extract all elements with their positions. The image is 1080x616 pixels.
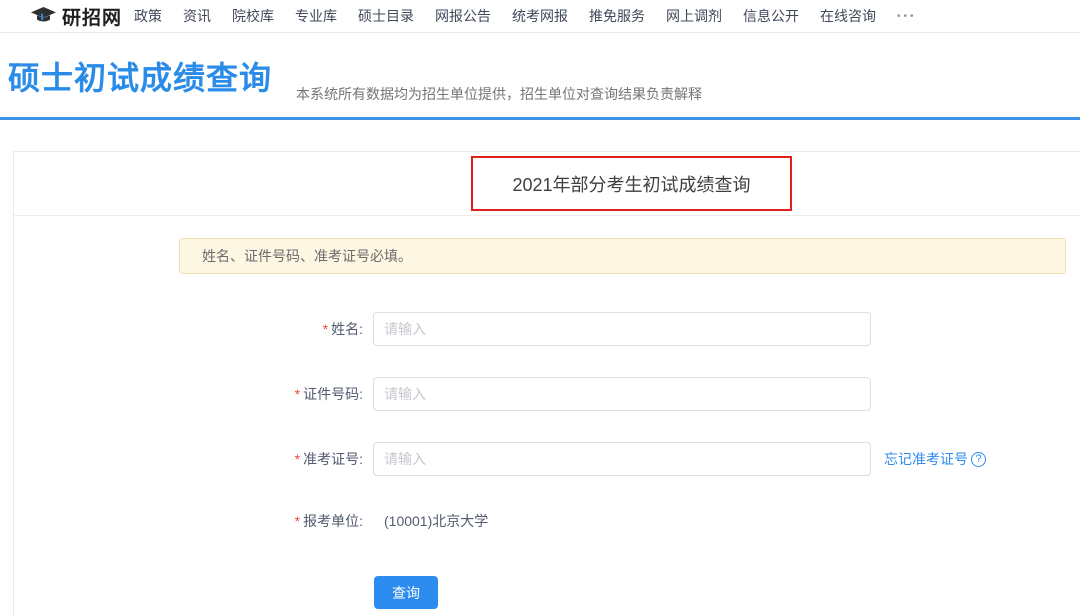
blue-divider-rule [0, 117, 1080, 120]
nav-item-news[interactable]: 资讯 [183, 6, 211, 26]
panel-title-highlight-box: 2021年部分考生初试成绩查询 [471, 156, 792, 211]
institution-field-row: *报考单位: (10001)北京大学 [14, 504, 1080, 538]
institution-value: (10001)北京大学 [384, 504, 488, 538]
main-nav: 政策 资讯 院校库 专业库 硕士目录 网报公告 统考网报 推免服务 网上调剂 信… [134, 6, 917, 26]
page: 研招网 政策 资讯 院校库 专业库 硕士目录 网报公告 统考网报 推免服务 网上… [0, 0, 1080, 616]
id-number-label-text: 证件号码: [303, 386, 363, 402]
name-field-row: *姓名: [14, 312, 1080, 346]
required-asterisk: * [295, 451, 300, 467]
id-number-label: *证件号码: [14, 377, 363, 411]
nav-more-dots-icon[interactable]: ••• [897, 11, 917, 22]
site-logo[interactable]: 研招网 [30, 3, 122, 30]
institution-label-text: 报考单位: [303, 513, 363, 529]
panel-title: 2021年部分考生初试成绩查询 [512, 171, 750, 197]
nav-item-college-library[interactable]: 院校库 [232, 6, 274, 26]
query-button[interactable]: 查询 [374, 576, 438, 609]
alert-text: 姓名、证件号码、准考证号必填。 [202, 246, 412, 266]
forgot-ticket-link[interactable]: 忘记准考证号? [884, 442, 986, 476]
nav-item-info-disclosure[interactable]: 信息公开 [743, 6, 799, 26]
top-navbar: 研招网 政策 资讯 院校库 专业库 硕士目录 网报公告 统考网报 推免服务 网上… [0, 0, 1080, 33]
required-asterisk: * [323, 321, 328, 337]
panel-header-divider [14, 215, 1080, 216]
nav-item-online-adjustment[interactable]: 网上调剂 [666, 6, 722, 26]
nav-item-announcements[interactable]: 网报公告 [435, 6, 491, 26]
id-number-field-row: *证件号码: [14, 377, 1080, 411]
nav-item-online-consult[interactable]: 在线咨询 [820, 6, 876, 26]
site-logo-text: 研招网 [62, 3, 122, 30]
forgot-ticket-link-text: 忘记准考证号 [884, 449, 968, 469]
page-title: 硕士初试成绩查询 [8, 58, 272, 98]
nav-item-policy[interactable]: 政策 [134, 6, 162, 26]
required-fields-alert: 姓名、证件号码、准考证号必填。 [179, 238, 1066, 274]
nav-item-unified-exam-registration[interactable]: 统考网报 [512, 6, 568, 26]
required-asterisk: * [295, 513, 300, 529]
query-panel: 2021年部分考生初试成绩查询 姓名、证件号码、准考证号必填。 *姓名: *证件… [13, 151, 1080, 616]
admission-ticket-label-text: 准考证号: [303, 451, 363, 467]
question-circle-icon: ? [971, 452, 986, 467]
name-input[interactable] [373, 312, 871, 346]
name-label-text: 姓名: [331, 321, 363, 337]
required-asterisk: * [295, 386, 300, 402]
nav-item-masters-catalog[interactable]: 硕士目录 [358, 6, 414, 26]
nav-item-major-library[interactable]: 专业库 [295, 6, 337, 26]
nav-item-exemption-service[interactable]: 推免服务 [589, 6, 645, 26]
admission-ticket-input[interactable] [373, 442, 871, 476]
graduation-cap-icon [30, 6, 57, 26]
admission-ticket-label: *准考证号: [14, 442, 363, 476]
id-number-input[interactable] [373, 377, 871, 411]
name-label: *姓名: [14, 312, 363, 346]
institution-label: *报考单位: [14, 504, 363, 538]
admission-ticket-field-row: *准考证号: 忘记准考证号? [14, 442, 1080, 476]
page-subtitle: 本系统所有数据均为招生单位提供，招生单位对查询结果负责解释 [296, 84, 702, 104]
